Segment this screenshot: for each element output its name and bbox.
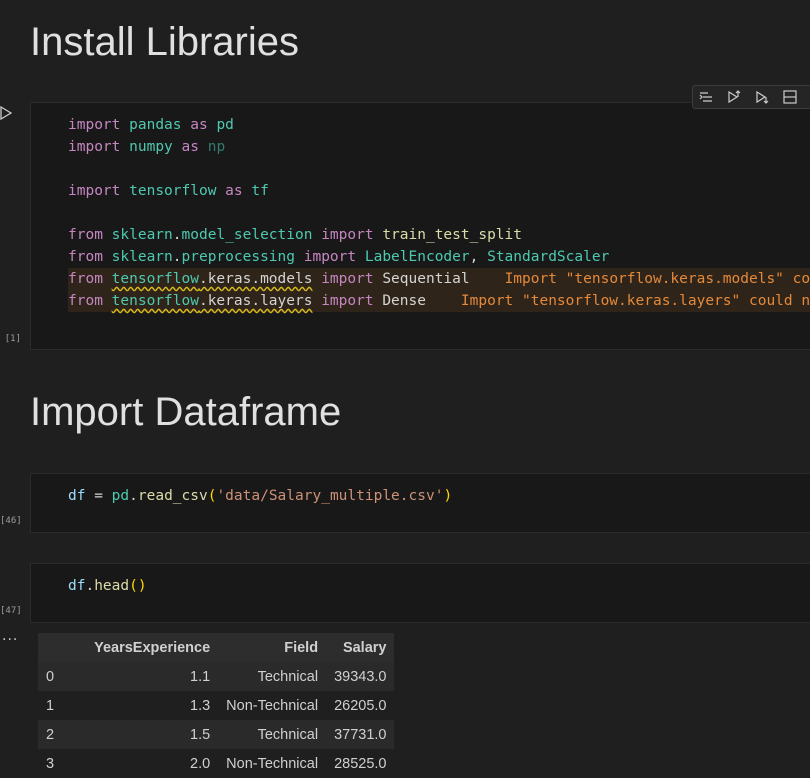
heading-install-libraries: Install Libraries (30, 20, 300, 64)
table-row: 0 1.1 Technical 39343.0 (38, 662, 395, 691)
code-line: import pandas as pd (68, 117, 234, 133)
inline-warning: Import "tensorflow.keras.models" co (504, 271, 810, 287)
code-line: df.head() (68, 578, 147, 594)
code-line: from tensorflow.keras.models import Sequ… (68, 271, 810, 287)
table-row: 2 1.5 Technical 37731.0 (38, 720, 395, 749)
table-cell: Non-Technical (218, 691, 327, 720)
table-cell: 2 (38, 720, 63, 749)
run-by-line-icon[interactable] (698, 89, 714, 105)
table-row: 1 1.3 Non-Technical 26205.0 (38, 691, 395, 720)
table-cell: 28525.0 (326, 749, 395, 778)
table-header-row: YearsExperience Field Salary (38, 633, 395, 662)
execute-above-icon[interactable] (726, 89, 742, 105)
table-cell: 39343.0 (326, 662, 395, 691)
execute-below-icon[interactable] (754, 89, 770, 105)
execution-count: [47] (0, 606, 22, 616)
code-line: import numpy as np (68, 139, 226, 155)
table-cell: 0 (38, 662, 63, 691)
table-cell: Technical (218, 662, 327, 691)
code-line: from sklearn.preprocessing import LabelE… (68, 249, 610, 265)
table-cell: 1.1 (62, 662, 219, 691)
heading-import-dataframe: Import Dataframe (30, 390, 342, 434)
table-cell: Technical (218, 720, 327, 749)
table-cell: 3 (38, 749, 63, 778)
code-cell-read-csv[interactable]: df = pd.read_csv('data/Salary_multiple.c… (30, 473, 810, 533)
dataframe-table: YearsExperience Field Salary 0 1.1 Techn… (38, 633, 395, 778)
column-header: Field (218, 633, 327, 662)
split-cell-icon[interactable] (782, 89, 798, 105)
execution-count: [46] (0, 516, 22, 526)
code-line: df = pd.read_csv('data/Salary_multiple.c… (68, 488, 453, 504)
run-cell-icon[interactable] (0, 106, 12, 120)
execution-count: [1] (4, 334, 21, 344)
output-more-icon[interactable]: ... (2, 628, 18, 644)
table-cell: 37731.0 (326, 720, 395, 749)
inline-warning: Import "tensorflow.keras.layers" could n (460, 293, 810, 309)
code-cell-head[interactable]: df.head() (30, 563, 810, 623)
cell-toolbar (692, 85, 810, 109)
table-cell: Non-Technical (218, 749, 327, 778)
code-line: from sklearn.model_selection import trai… (68, 227, 522, 243)
table-cell: 26205.0 (326, 691, 395, 720)
table-cell: 1.3 (62, 691, 219, 720)
table-cell: 1 (38, 691, 63, 720)
table-cell: 1.5 (62, 720, 219, 749)
column-header: YearsExperience (62, 633, 219, 662)
column-header: Salary (326, 633, 395, 662)
table-cell: 2.0 (62, 749, 219, 778)
code-line: import tensorflow as tf (68, 183, 269, 199)
column-header (38, 633, 63, 662)
code-line: from tensorflow.keras.layers import Dens… (68, 293, 810, 309)
code-cell-imports[interactable]: import pandas as pd import numpy as np i… (30, 102, 810, 350)
table-row: 3 2.0 Non-Technical 28525.0 (38, 749, 395, 778)
